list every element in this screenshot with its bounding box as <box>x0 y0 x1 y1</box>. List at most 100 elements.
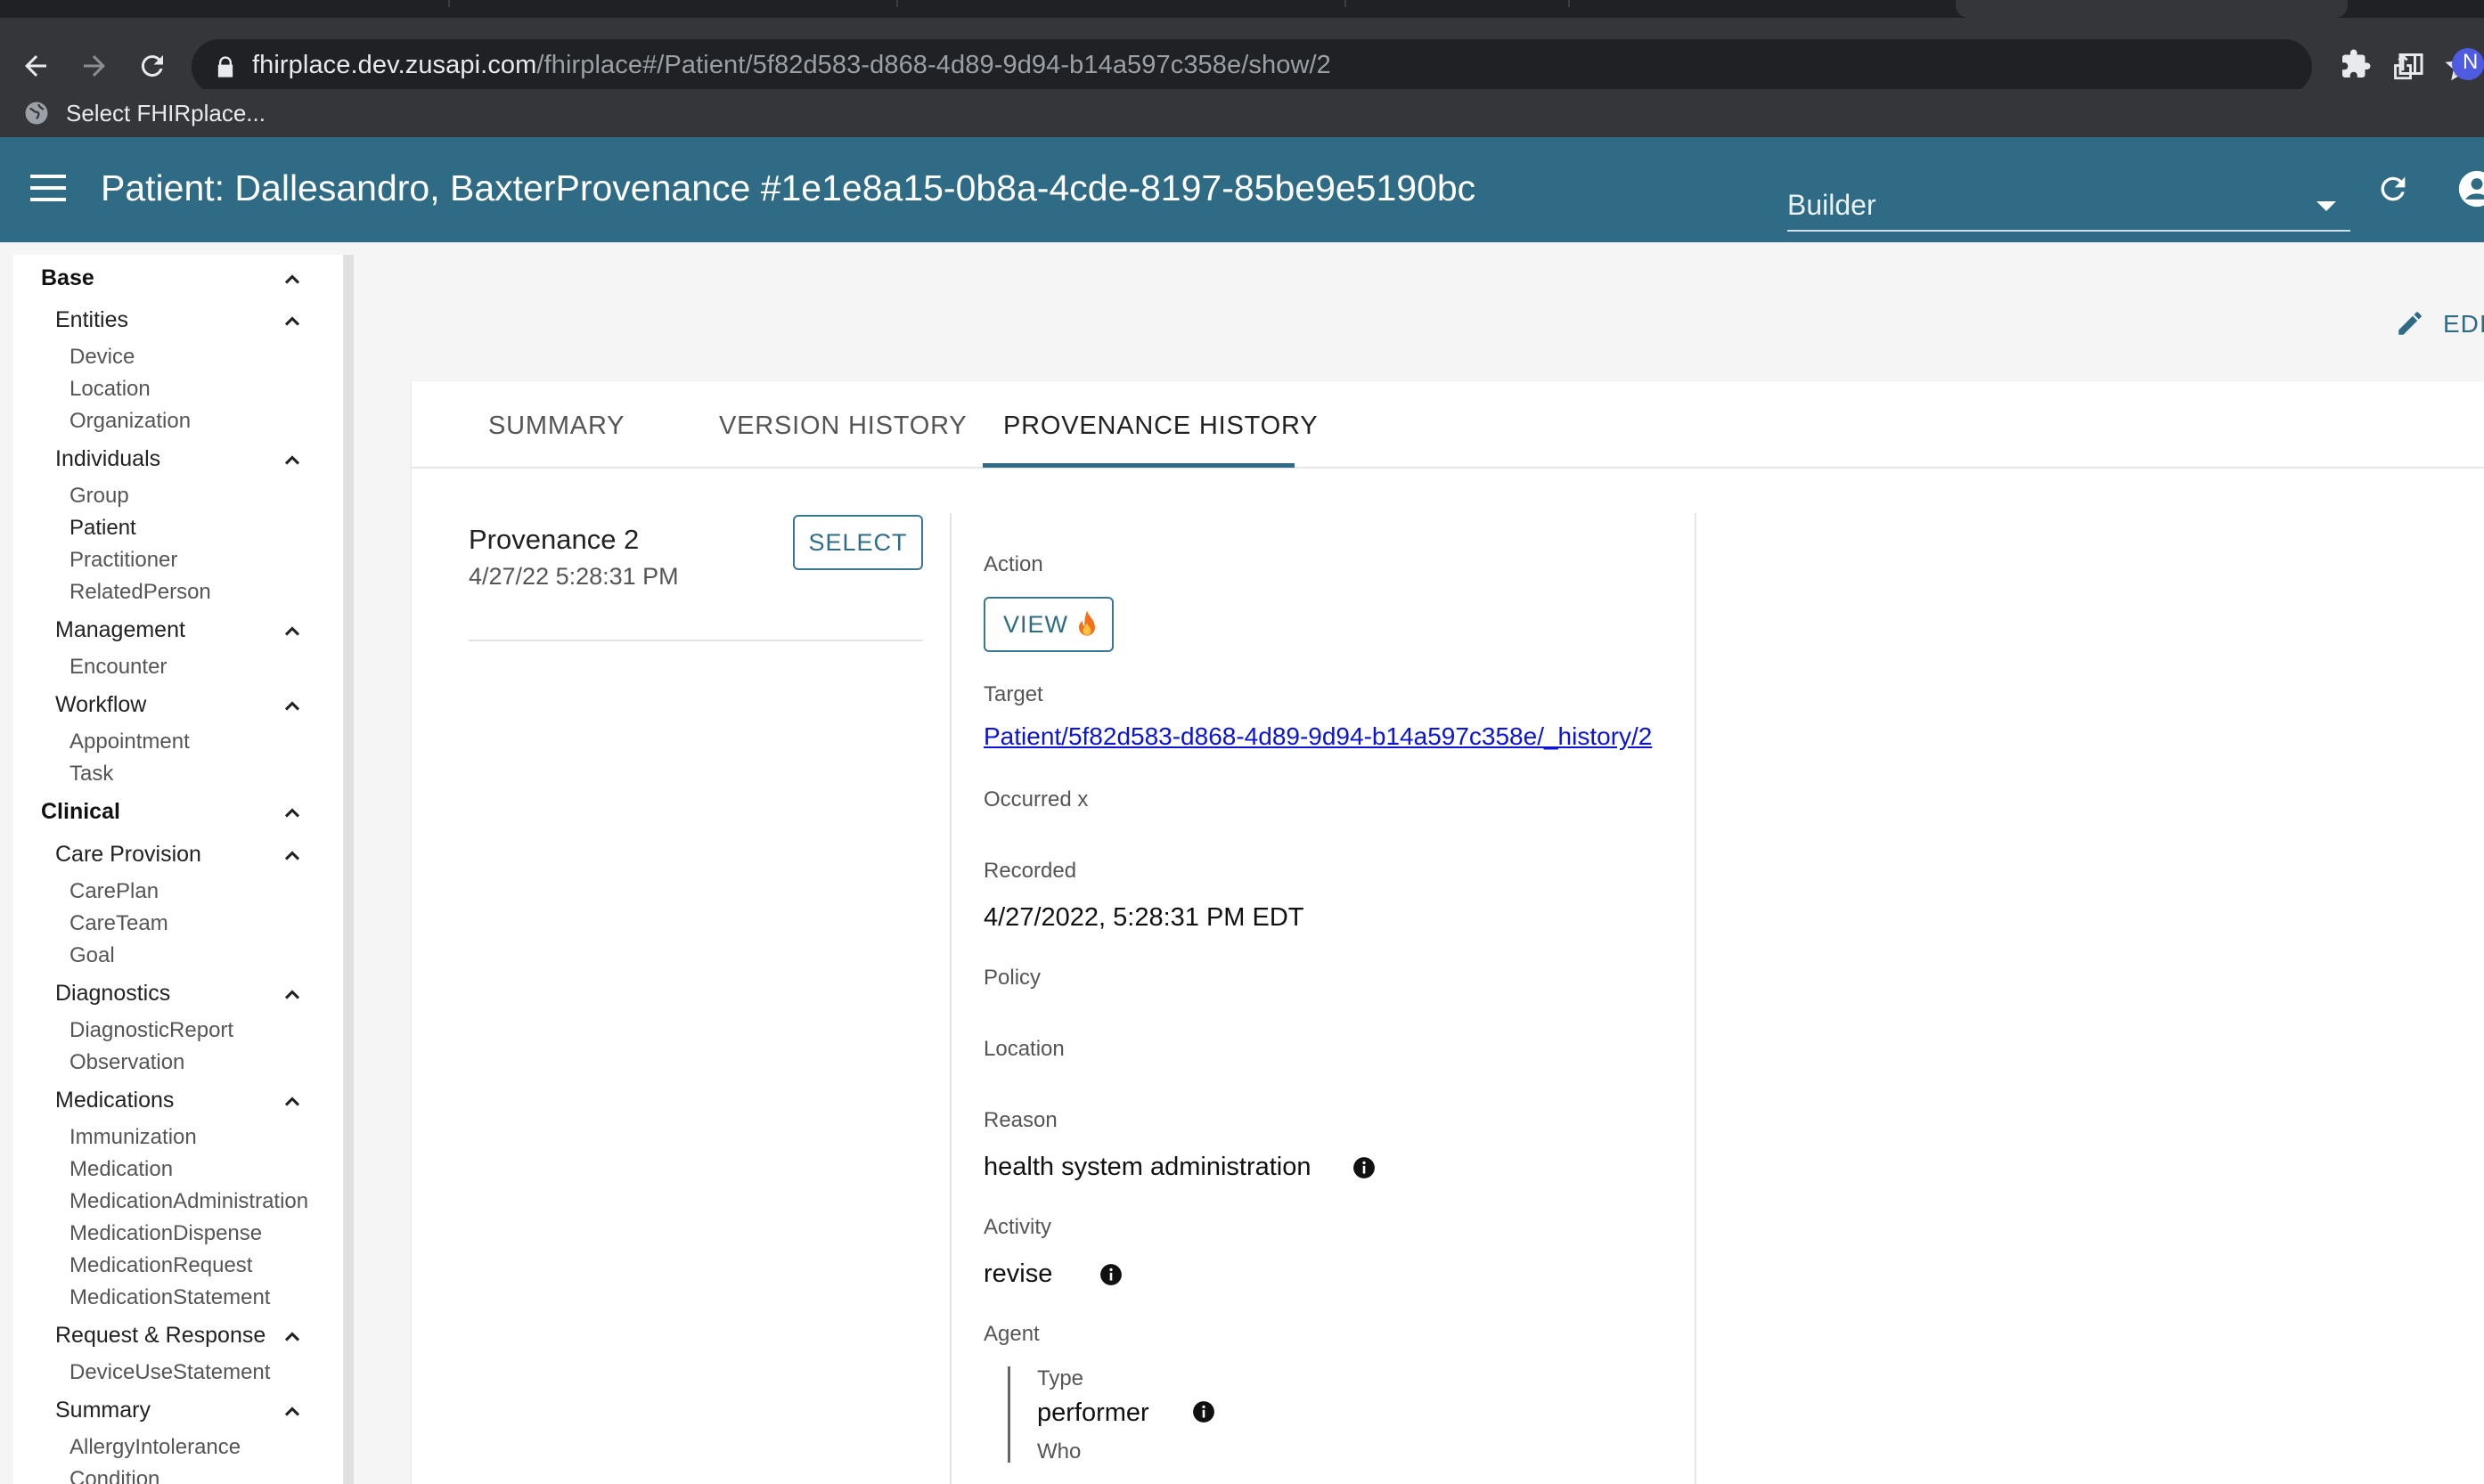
chevron-up-icon[interactable] <box>280 267 305 292</box>
view-button[interactable]: VIEW <box>984 597 1114 652</box>
sidebar-item-observation[interactable]: Observation <box>69 1050 345 1075</box>
sidebar-item-allergyintolerance[interactable]: AllergyIntolerance <box>69 1435 345 1460</box>
tab-provenance-history[interactable]: PROVENANCE HISTORY <box>1003 412 1318 441</box>
sidebar-item-organization[interactable]: Organization <box>69 409 345 434</box>
sidebar-item-condition[interactable]: Condition <box>69 1467 345 1484</box>
sidebar-group-clinical[interactable]: Clinical <box>41 799 345 825</box>
sidebar-subgroup-label: Management <box>55 617 185 642</box>
sidebar-item-medicationrequest[interactable]: MedicationRequest <box>69 1253 345 1278</box>
tab-bar: SUMMARY VERSION HISTORY PROVENANCE HISTO… <box>412 381 2484 469</box>
sidebar-subgroup-summary[interactable]: Summary <box>55 1398 345 1423</box>
sidebar-subgroup-label: Individuals <box>55 446 161 471</box>
target-label: Target <box>984 682 1043 706</box>
back-button[interactable] <box>12 43 59 89</box>
chevron-up-icon[interactable] <box>280 619 305 644</box>
sidebar-item-patient[interactable]: Patient <box>69 516 345 541</box>
builder-select[interactable]: Builder <box>1787 182 2350 232</box>
hamburger-menu-icon[interactable] <box>30 173 66 203</box>
chevron-up-icon[interactable] <box>280 983 305 1007</box>
side-panel-icon <box>2398 53 2423 75</box>
sidebar-item-group[interactable]: Group <box>69 484 345 509</box>
forward-button[interactable] <box>71 43 118 89</box>
sidebar-item-appointment[interactable]: Appointment <box>69 730 345 754</box>
sidebar-item-goal[interactable]: Goal <box>69 943 345 968</box>
sidebar-subgroup-medications[interactable]: Medications <box>55 1088 345 1113</box>
globe-icon <box>25 102 48 125</box>
edit-label: EDIT <box>2443 310 2484 338</box>
sidebar-item-careteam[interactable]: CareTeam <box>69 911 345 936</box>
refresh-icon[interactable] <box>2375 171 2411 207</box>
tab-version-history[interactable]: VERSION HISTORY <box>719 412 967 441</box>
tab-summary[interactable]: SUMMARY <box>488 412 625 441</box>
sidebar-item-medicationadministration[interactable]: MedicationAdministration <box>69 1189 345 1214</box>
account-circle-icon[interactable] <box>2457 169 2484 208</box>
chevron-up-icon[interactable] <box>280 1325 305 1349</box>
sidebar-subgroup-individuals[interactable]: Individuals <box>55 446 345 472</box>
recorded-value: 4/27/2022, 5:28:31 PM EDT <box>984 903 1304 932</box>
sidebar-subgroup-label: Entities <box>55 307 128 332</box>
sidebar-item-practitioner[interactable]: Practitioner <box>69 548 345 573</box>
agent-type-label: Type <box>1037 1366 1084 1390</box>
activity-label: Activity <box>984 1215 1052 1239</box>
side-panel-button[interactable] <box>2388 41 2434 87</box>
location-label: Location <box>984 1037 1065 1061</box>
sidebar-item-task[interactable]: Task <box>69 762 345 787</box>
reload-icon <box>141 55 163 77</box>
profile-avatar[interactable]: N <box>2445 41 2484 87</box>
tab-separator <box>896 0 898 7</box>
sidebar-subgroup-request-response[interactable]: Request & Response <box>55 1323 345 1349</box>
sidebar-item-medicationdispense[interactable]: MedicationDispense <box>69 1221 345 1246</box>
sidebar-subgroup-label: Workflow <box>55 692 147 717</box>
sidebar-item-location[interactable]: Location <box>69 377 345 402</box>
sidebar-item-medication[interactable]: Medication <box>69 1157 345 1182</box>
caret-down-icon <box>2316 201 2336 211</box>
target-link[interactable]: Patient/5f82d583-d868-4d89-9d94-b14a597c… <box>984 722 1652 751</box>
sidebar-subgroup-care-provision[interactable]: Care Provision <box>55 842 345 868</box>
sidebar-subgroup-workflow[interactable]: Workflow <box>55 692 345 718</box>
sidebar-subgroup-management[interactable]: Management <box>55 617 345 643</box>
info-icon[interactable] <box>1099 1263 1123 1286</box>
reason-value: health system administration <box>984 1153 1311 1181</box>
sidebar-item-relatedperson[interactable]: RelatedPerson <box>69 580 345 605</box>
chevron-up-icon[interactable] <box>280 801 305 826</box>
browser-tab[interactable] <box>1956 0 2348 18</box>
sidebar-group-base[interactable]: Base <box>41 265 345 291</box>
sidebar-item-encounter[interactable]: Encounter <box>69 655 345 680</box>
url-text[interactable]: fhirplace.dev.zusapi.com/fhirplace#/Pati… <box>252 51 1331 80</box>
divider <box>469 640 923 641</box>
reason-label: Reason <box>984 1108 1058 1132</box>
extensions-button[interactable] <box>2333 41 2379 87</box>
info-icon[interactable] <box>1192 1400 1215 1423</box>
bookmark-link[interactable]: Select FHIRplace... <box>66 100 266 127</box>
bookmarks-bar: Select FHIRplace... <box>0 89 2484 137</box>
agent-indent-bar <box>1008 1366 1010 1463</box>
select-button[interactable]: SELECT <box>793 515 923 570</box>
sidebar-item-immunization[interactable]: Immunization <box>69 1125 345 1150</box>
info-icon[interactable] <box>1352 1156 1376 1179</box>
sidebar-subgroup-diagnostics[interactable]: Diagnostics <box>55 981 345 1007</box>
reload-button[interactable] <box>129 43 176 89</box>
sidebar-subgroup-entities[interactable]: Entities <box>55 307 345 333</box>
chevron-up-icon[interactable] <box>280 1089 305 1114</box>
activity-value: revise <box>984 1260 1053 1288</box>
chevron-up-icon[interactable] <box>280 1399 305 1424</box>
chevron-up-icon[interactable] <box>280 448 305 473</box>
sidebar: Base Entities Device Location Organizati… <box>13 255 345 1484</box>
address-bar[interactable]: fhirplace.dev.zusapi.com/fhirplace#/Pati… <box>192 39 2477 94</box>
sidebar-item-device[interactable]: Device <box>69 345 345 370</box>
page-title: Patient: Dallesandro, BaxterProvenance #… <box>101 167 1476 208</box>
agent-who-label: Who <box>1037 1439 1082 1464</box>
chevron-up-icon[interactable] <box>280 844 305 868</box>
sidebar-item-medicationstatement[interactable]: MedicationStatement <box>69 1285 345 1310</box>
sidebar-item-careplan[interactable]: CarePlan <box>69 879 345 904</box>
sidebar-item-deviceusestatement[interactable]: DeviceUseStatement <box>69 1360 345 1385</box>
chevron-up-icon[interactable] <box>280 694 305 719</box>
sidebar-item-diagnosticreport[interactable]: DiagnosticReport <box>69 1018 345 1043</box>
lock-icon[interactable] <box>213 54 238 79</box>
url-path: /fhirplace#/Patient/5f82d583-d868-4d89-9… <box>536 51 1331 79</box>
chevron-up-icon[interactable] <box>280 309 305 334</box>
sidebar-scrollbar[interactable] <box>343 255 354 1484</box>
sidebar-group-label: Base <box>41 265 94 290</box>
sidebar-subgroup-label: Care Provision <box>55 842 201 867</box>
edit-button[interactable]: EDIT <box>2395 303 2484 344</box>
